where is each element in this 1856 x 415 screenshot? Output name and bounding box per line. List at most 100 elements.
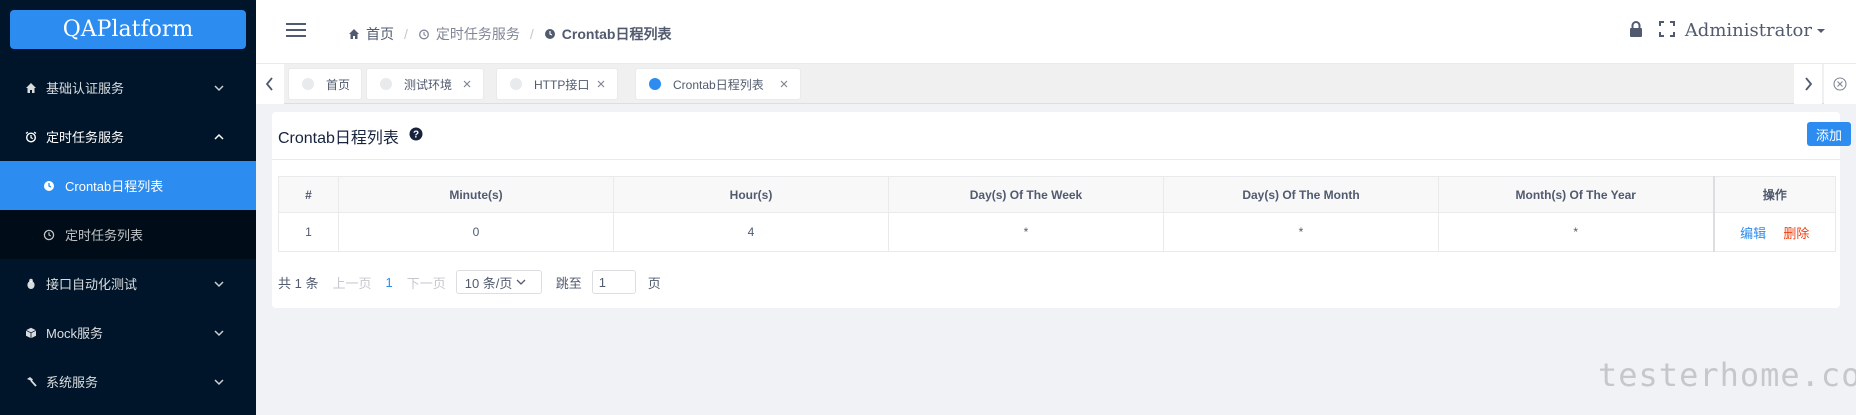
close-icon[interactable]	[462, 78, 472, 92]
delete-link[interactable]: 删除	[1783, 226, 1809, 241]
header-actions: Administrator	[1629, 20, 1826, 41]
tab-dot	[649, 78, 661, 90]
caret-down-icon[interactable]	[1816, 23, 1826, 38]
clock-icon	[43, 229, 57, 241]
card-header: Crontab日程列表 ? 添加	[272, 112, 1851, 160]
sidebar-item-crontab[interactable]: Crontab日程列表	[0, 161, 256, 210]
clock-icon	[43, 180, 57, 192]
chevron-up-icon	[214, 130, 224, 145]
home-icon	[24, 82, 38, 94]
breadcrumb-separator: /	[404, 26, 408, 42]
chevron-down-icon	[214, 277, 224, 292]
menu-group-label: 接口自动化测试	[46, 277, 138, 292]
next-page-button[interactable]: 下一页	[407, 273, 446, 292]
chevron-right-icon	[1805, 77, 1813, 91]
tab-crontab[interactable]: Crontab日程列表	[635, 68, 801, 100]
user-name[interactable]: Administrator	[1685, 20, 1812, 41]
column-header[interactable]: Minute(s)	[338, 176, 614, 213]
sidebar-item-task-list[interactable]: 定时任务列表	[0, 210, 256, 259]
close-circle-icon	[1833, 77, 1847, 91]
cell-day-of-month: *	[1163, 212, 1439, 252]
tab-http-api[interactable]: HTTP接口	[496, 68, 618, 100]
tab-dot	[380, 78, 392, 90]
breadcrumb-separator: /	[529, 26, 534, 42]
sidebar: QAPlatform 基础认证服务 定时任务服务 Crontab日程列表 定时任…	[0, 0, 256, 415]
tab-label: 首页	[326, 77, 351, 92]
column-header[interactable]: Hour(s)	[613, 176, 889, 213]
tab-home[interactable]: 首页	[288, 68, 362, 100]
breadcrumb-label: 定时任务服务	[435, 26, 520, 42]
page-title: Crontab日程列表 ?	[278, 124, 423, 148]
menu-toggle-icon[interactable]	[286, 22, 306, 41]
page-number-current[interactable]: 1	[385, 275, 392, 290]
bug-icon	[24, 278, 38, 290]
fullscreen-icon[interactable]	[1658, 21, 1675, 40]
chevron-down-icon	[516, 279, 526, 285]
alarm-clock-icon	[418, 29, 429, 40]
lock-icon[interactable]	[1629, 21, 1643, 40]
cell-hour: 4	[613, 212, 889, 252]
menu-group-label: 基础认证服务	[46, 81, 125, 96]
alarm-clock-icon	[24, 131, 38, 143]
tabs-scroll-right[interactable]	[1794, 64, 1822, 104]
tab-dot	[302, 78, 314, 90]
page-size-select[interactable]: 10 条/页	[455, 270, 542, 294]
watermark: testerhome.com	[1598, 356, 1856, 394]
menu-group-schedule[interactable]: 定时任务服务	[0, 112, 256, 161]
tab-label: Crontab日程列表	[673, 77, 764, 92]
menu-group-label: 定时任务服务	[46, 130, 125, 145]
menu-group-label: Mock服务	[46, 326, 104, 341]
app-logo[interactable]: QAPlatform	[10, 10, 246, 49]
breadcrumb-label: Crontab日程列表	[561, 26, 672, 42]
add-button[interactable]: 添加	[1807, 122, 1851, 146]
edit-link[interactable]: 编辑	[1740, 226, 1766, 241]
column-header[interactable]: Month(s) Of The Year	[1438, 176, 1714, 213]
chevron-left-icon	[265, 77, 273, 91]
sidebar-item-label: Crontab日程列表	[65, 179, 164, 194]
menu-group-auth[interactable]: 基础认证服务	[0, 63, 256, 112]
menu-group-label: 系统服务	[46, 375, 99, 390]
close-icon[interactable]	[596, 78, 606, 92]
column-header[interactable]: #	[278, 176, 339, 213]
pagination: 共 1 条 上一页 1 下一页 10 条/页 跳至 页	[278, 270, 661, 294]
help-icon[interactable]: ?	[409, 127, 423, 146]
close-icon[interactable]	[779, 78, 789, 92]
tabs-bar: 首页 测试环境 HTTP接口 Crontab日程列表	[256, 64, 1856, 104]
prev-page-button[interactable]: 上一页	[332, 273, 371, 292]
tab-label: HTTP接口	[534, 77, 590, 92]
page-size-value: 10 条/页	[464, 275, 513, 291]
close-all-tabs-button[interactable]	[1824, 64, 1856, 104]
crontab-table: # Minute(s) Hour(s) Day(s) Of The Week D…	[278, 176, 1836, 252]
menu-group-system[interactable]: 系统服务	[0, 357, 256, 406]
breadcrumb: 首页 / 定时任务服务 / Crontab日程列表	[348, 24, 671, 44]
cell-day-of-week: *	[888, 212, 1164, 252]
sidebar-item-label: 定时任务列表	[65, 228, 144, 243]
tab-test-env[interactable]: 测试环境	[366, 68, 484, 100]
cell-month-of-year: *	[1438, 212, 1714, 252]
cube-icon	[24, 327, 38, 339]
breadcrumb-home[interactable]: 首页	[348, 24, 394, 44]
breadcrumb-schedule[interactable]: 定时任务服务	[418, 24, 520, 44]
chevron-down-icon	[214, 375, 224, 390]
breadcrumb-current: Crontab日程列表	[544, 24, 672, 44]
clock-icon	[544, 29, 555, 39]
chevron-down-icon	[214, 81, 224, 96]
cell-actions: 编辑 删除	[1712, 212, 1836, 252]
top-header: 首页 / 定时任务服务 / Crontab日程列表 Administrator	[256, 0, 1856, 64]
home-icon	[349, 29, 359, 39]
tab-label: 测试环境	[404, 77, 453, 92]
tabs-scroll-left[interactable]	[256, 64, 284, 104]
tab-dot	[510, 78, 522, 90]
jump-label: 跳至	[555, 275, 582, 291]
jump-page-input[interactable]	[591, 270, 636, 294]
page-title-text: Crontab日程列表	[278, 130, 399, 147]
table-header-row: # Minute(s) Hour(s) Day(s) Of The Week D…	[278, 176, 1836, 213]
pagination-total: 共 1 条	[278, 275, 319, 291]
menu-group-mock[interactable]: Mock服务	[0, 308, 256, 357]
cell-id: 1	[278, 212, 339, 252]
svg-text:?: ?	[413, 129, 419, 140]
column-header: 操作	[1712, 176, 1836, 213]
column-header[interactable]: Day(s) Of The Week	[888, 176, 1164, 213]
column-header[interactable]: Day(s) Of The Month	[1163, 176, 1439, 213]
menu-group-api-test[interactable]: 接口自动化测试	[0, 259, 256, 308]
